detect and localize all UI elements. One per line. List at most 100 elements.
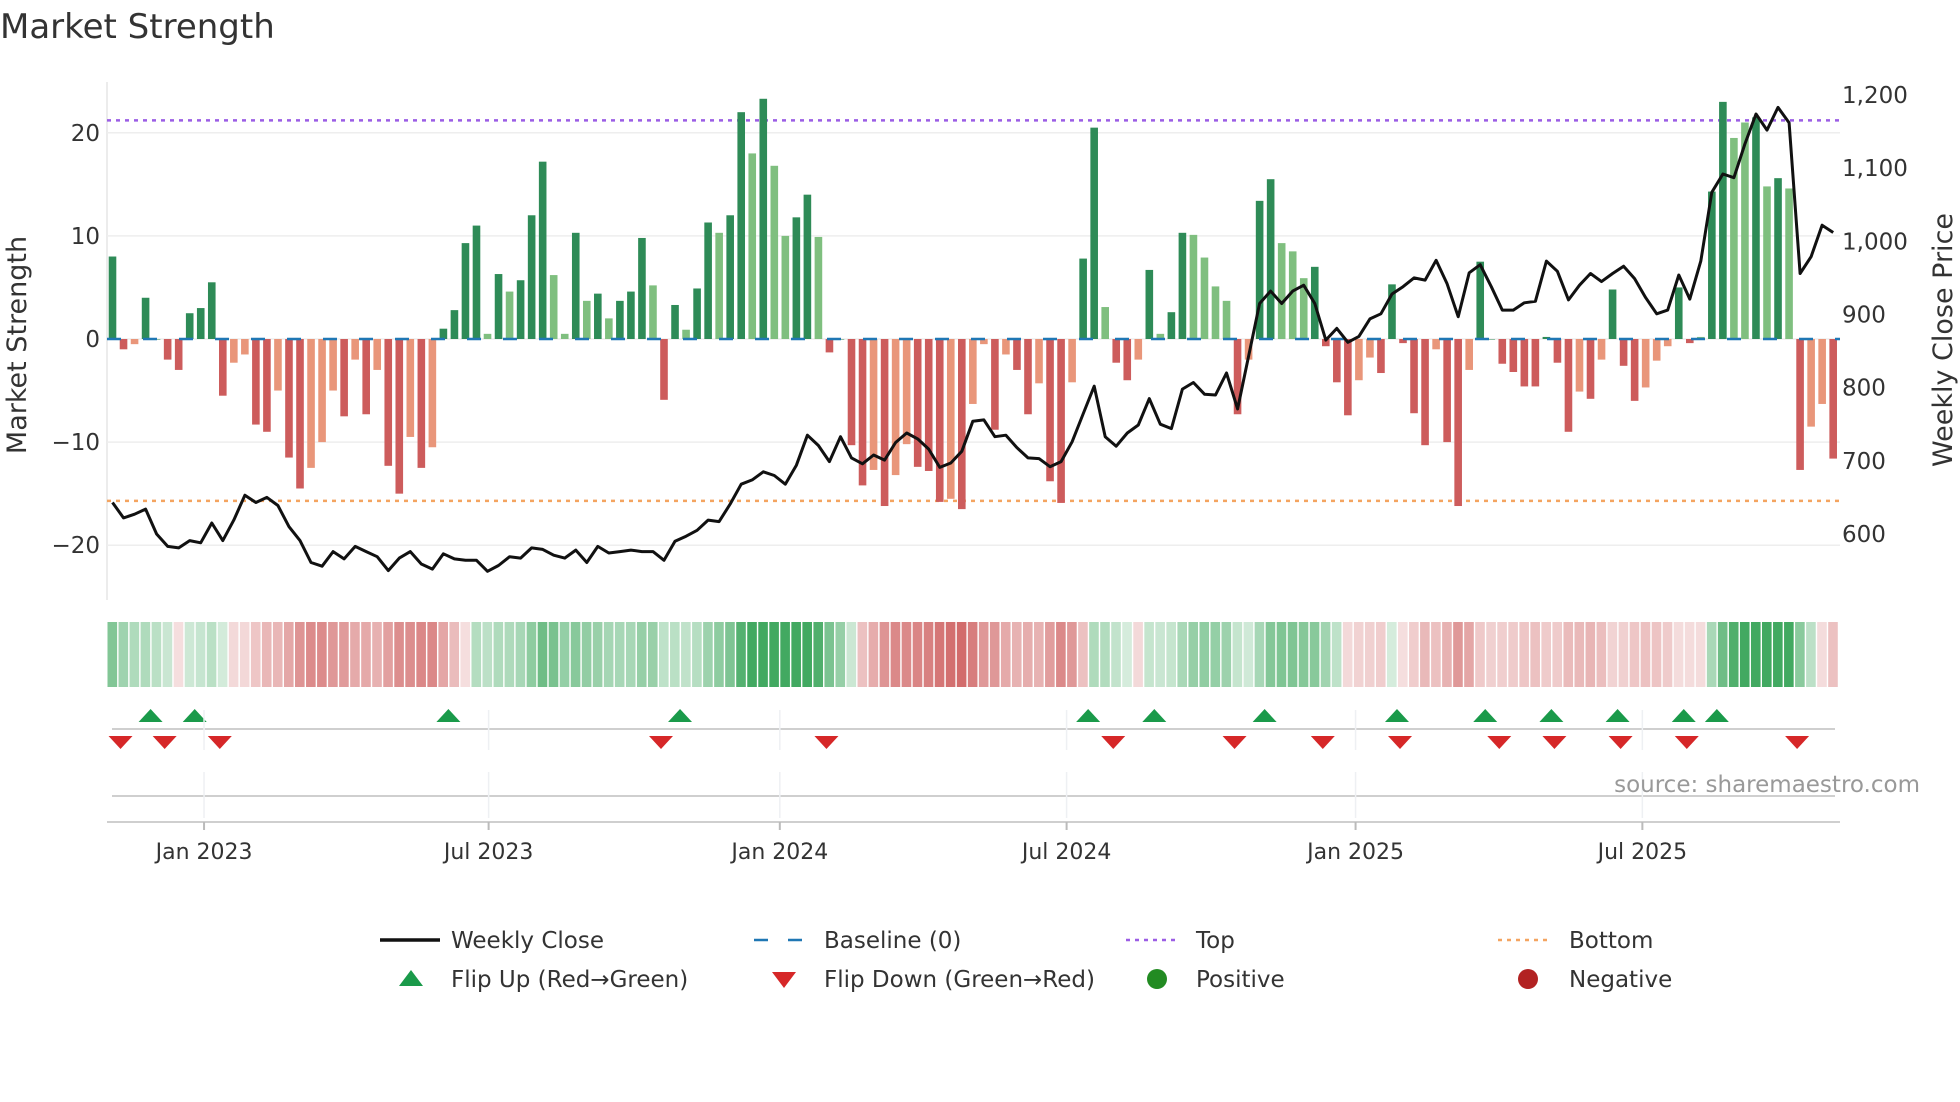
- ribbon-cell: [1508, 622, 1518, 687]
- strength-bar: [704, 222, 712, 339]
- ribbon-cell: [438, 622, 448, 687]
- strength-bar: [373, 339, 382, 370]
- strength-bar: [1134, 339, 1143, 360]
- ribbon-cell: [471, 622, 482, 687]
- ribbon-cell: [548, 622, 559, 687]
- ribbon-cell: [978, 622, 989, 687]
- flip-down-marker: [1388, 736, 1413, 749]
- strength-bar: [549, 275, 558, 339]
- ribbon-cell: [1431, 622, 1441, 687]
- ribbon-cell: [1563, 622, 1574, 687]
- ribbon-cell: [228, 622, 239, 687]
- strength-bar: [119, 339, 128, 350]
- ribbon-cell: [714, 622, 724, 687]
- strength-bar: [1597, 339, 1606, 360]
- ribbon-cell: [1199, 622, 1210, 687]
- strength-bar: [1564, 339, 1573, 432]
- strength-bar: [494, 274, 503, 339]
- ribbon-cell: [526, 622, 537, 687]
- strength-bar: [263, 339, 271, 432]
- y-axis-right: 600 700 800 900 1,000 1,100 1,200: [1842, 83, 1908, 548]
- flip-down-marker: [1674, 736, 1699, 749]
- legend-label: Top: [1195, 928, 1235, 954]
- flip-up-marker: [182, 709, 207, 722]
- ribbon-cell: [570, 622, 581, 687]
- ribbon-cell: [1034, 622, 1044, 687]
- strength-bars: [108, 98, 1837, 510]
- x-tick-label: Jan 2023: [154, 840, 253, 865]
- strength-bar: [1785, 188, 1793, 339]
- ribbon-cell: [1464, 622, 1474, 687]
- y2-tick-label: 1,100: [1842, 156, 1908, 182]
- strength-bar: [1057, 339, 1065, 503]
- ribbon-cell: [868, 622, 879, 687]
- ribbon-cell: [118, 622, 129, 687]
- strength-bar: [318, 339, 326, 443]
- ribbon-cell: [1221, 622, 1232, 687]
- strength-bar: [737, 112, 746, 340]
- ribbon-cell: [912, 622, 923, 687]
- ribbon-cell: [1342, 622, 1353, 687]
- strength-bar: [902, 339, 911, 445]
- strength-bar: [1630, 339, 1639, 401]
- ribbon-cell: [890, 622, 901, 687]
- strength-bar: [296, 339, 304, 489]
- legend-label: Positive: [1196, 967, 1285, 993]
- y2-tick-label: 700: [1842, 449, 1886, 475]
- strength-bar: [969, 339, 977, 404]
- ribbon-cell: [272, 622, 283, 687]
- y2-tick-label: 800: [1842, 376, 1886, 402]
- strength-bar: [682, 329, 690, 339]
- strength-bar: [1553, 339, 1562, 363]
- ribbon-cell: [306, 622, 316, 687]
- x-tick-label: Jul 2024: [1020, 840, 1112, 865]
- strength-bar: [1807, 339, 1815, 427]
- strength-bar: [726, 215, 734, 339]
- ribbon-cell: [967, 622, 978, 687]
- strength-bar: [1608, 289, 1617, 339]
- ribbon-cell: [1717, 622, 1728, 687]
- strength-bar: [1035, 339, 1043, 384]
- ribbon-cell: [1133, 622, 1143, 687]
- strength-bar: [340, 339, 348, 417]
- strength-bar: [362, 339, 370, 415]
- y2-tick-label: 1,000: [1842, 229, 1908, 255]
- ribbon-cell: [945, 622, 956, 687]
- legend-item-dot-pos: Positive: [1147, 967, 1285, 993]
- x-tick-label: Jul 2025: [1596, 840, 1688, 865]
- flip-down-marker: [1785, 736, 1810, 749]
- strength-bar: [825, 339, 834, 353]
- ribbon-cell: [394, 622, 404, 687]
- ribbon-cell: [1111, 622, 1121, 687]
- ribbon-cell: [1100, 622, 1110, 687]
- ribbon-cell: [956, 622, 967, 687]
- ribbon-cell: [1762, 622, 1772, 687]
- ribbon-cell: [250, 622, 261, 687]
- strength-bar: [439, 328, 448, 339]
- ribbon-cell: [1386, 622, 1397, 687]
- flip-down-marker: [1310, 736, 1335, 749]
- ribbon-cell: [449, 622, 460, 687]
- legend-item-tri-up: Flip Up (Red→Green): [399, 967, 688, 993]
- strength-bar: [163, 339, 172, 360]
- ribbon-cell: [1453, 622, 1463, 687]
- flip-down-marker: [207, 736, 232, 749]
- ribbon-cell: [824, 622, 835, 687]
- ribbon-cell: [1177, 622, 1188, 687]
- ribbon-cell: [283, 622, 294, 687]
- strength-bar: [847, 339, 856, 446]
- ribbon-cell: [1089, 622, 1099, 687]
- ribbon-cell: [129, 622, 140, 687]
- ribbon-cell: [758, 622, 768, 687]
- chart-title: Market Strength: [0, 7, 275, 47]
- strength-bar: [1575, 339, 1584, 392]
- ribbon-cell: [1497, 622, 1507, 687]
- ribbon-cell: [1442, 622, 1452, 687]
- triangle-down-icon: [772, 972, 796, 988]
- ribbon-cell: [1420, 622, 1430, 687]
- y2-tick-label: 900: [1842, 302, 1886, 328]
- ribbon-cell: [1541, 622, 1551, 687]
- strength-bar: [1719, 101, 1727, 340]
- ribbon-cell: [923, 622, 934, 687]
- strength-bar: [252, 339, 260, 425]
